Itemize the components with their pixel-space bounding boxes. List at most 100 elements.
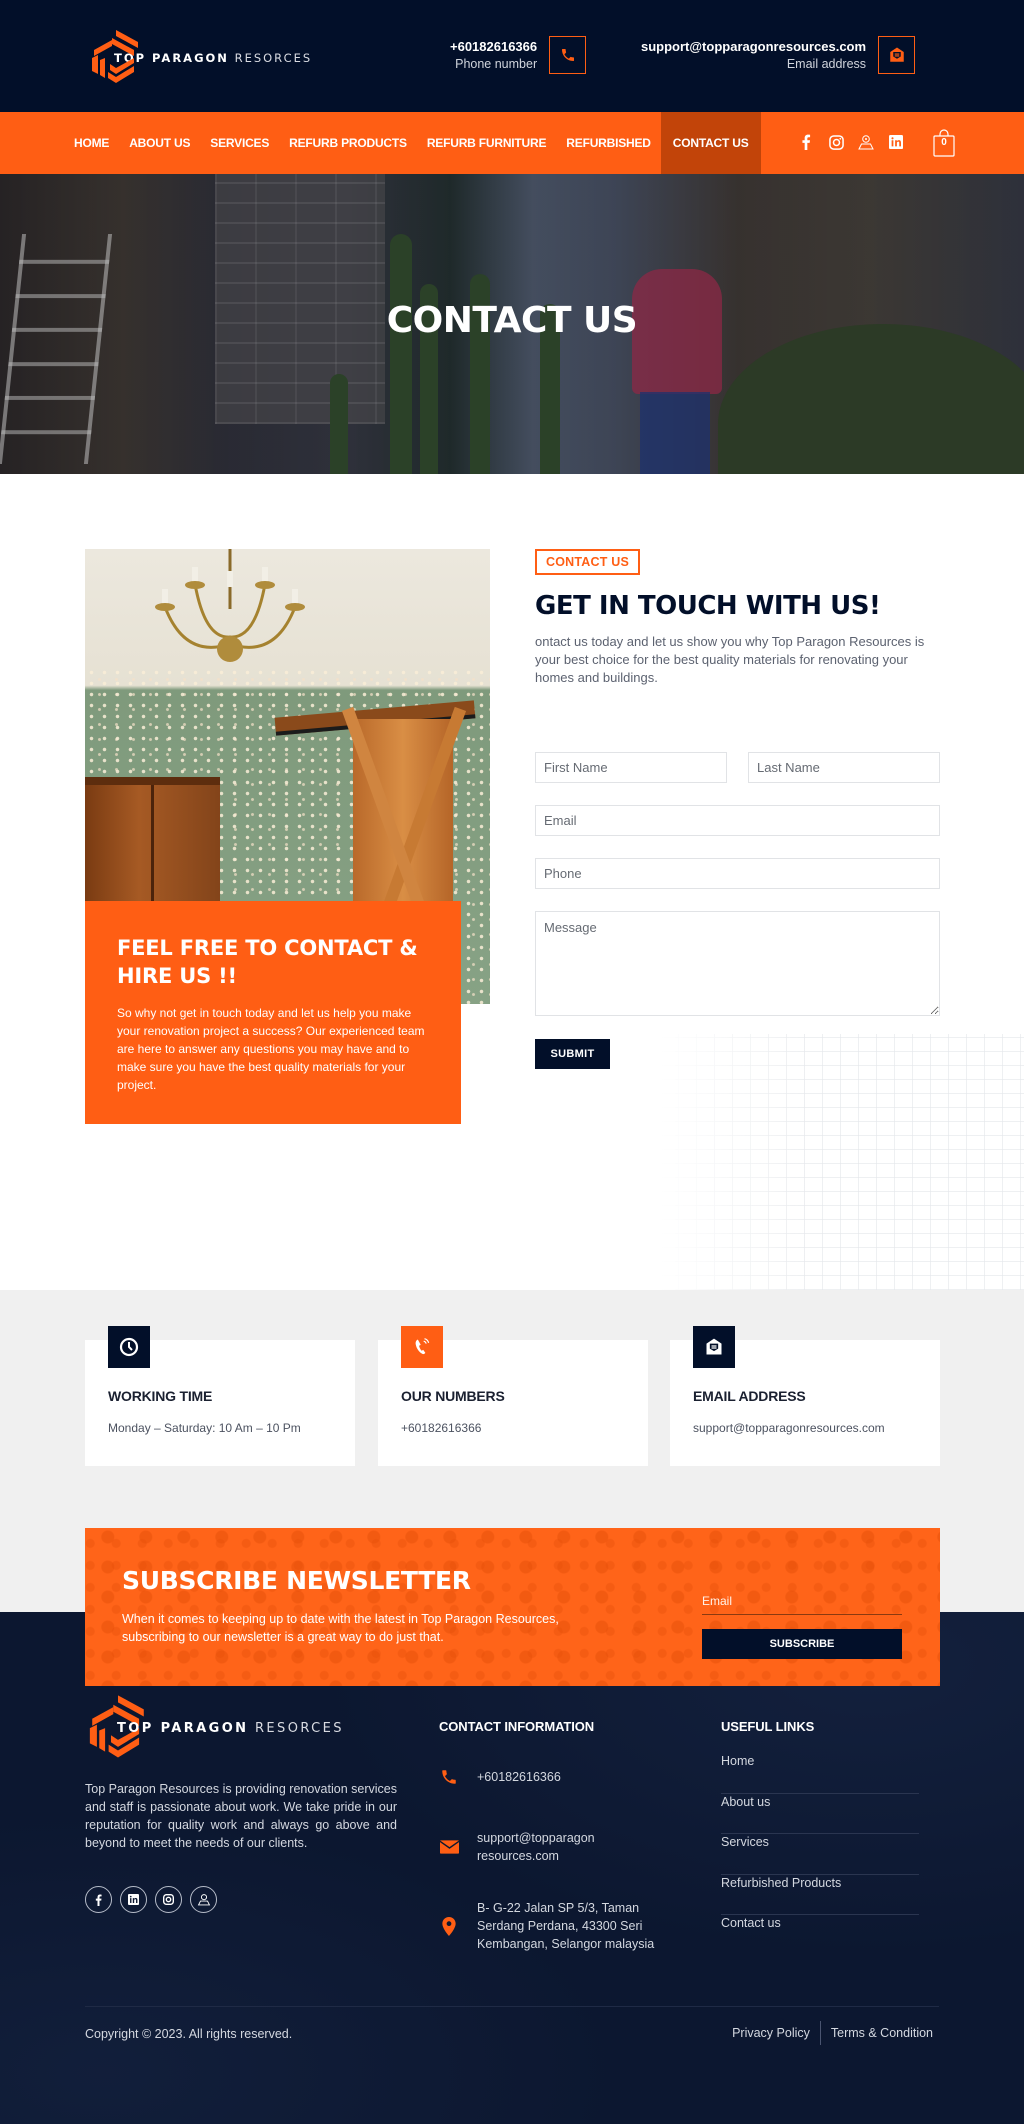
chandelier-illustration (155, 549, 305, 662)
location-person-icon[interactable] (857, 132, 875, 152)
phone-icon (439, 1768, 459, 1786)
hero-bg-brick-wall (215, 174, 385, 424)
footer-social-links (85, 1886, 397, 1913)
info-card-title: OUR NUMBERS (401, 1388, 505, 1404)
footer-about-text: Top Paragon Resources is providing renov… (85, 1782, 397, 1850)
phone-input[interactable] (535, 858, 940, 889)
contact-form: SUBMIT (535, 752, 940, 1069)
footer-email-line2: resources.com (477, 1849, 559, 1863)
topbar-email-label: Email address (786, 56, 867, 71)
footer-email[interactable]: support@topparagon resources.com (439, 1829, 595, 1865)
newsletter-text: When it comes to keeping up to date with… (122, 1612, 559, 1644)
buildings-sketch-decoration (660, 1034, 1024, 1290)
topbar-phone-label: Phone number (455, 56, 538, 71)
hero-bg-cactus (330, 374, 348, 474)
envelope-icon (439, 1840, 459, 1854)
logo-name-light: RESORCES (255, 1720, 344, 1736)
privacy-policy-link[interactable]: Privacy Policy (732, 2026, 810, 2040)
footer-link-contact-us[interactable]: Contact us (721, 1915, 919, 1956)
footer-useful-links: USEFUL LINKS Home About us Services Refu… (721, 1719, 919, 1956)
page-hero: CONTACT US (0, 174, 1024, 474)
footer-about: TOP PARAGON RESORCES Top Paragon Resourc… (85, 1692, 397, 1913)
cart-button[interactable]: 0 (932, 129, 956, 157)
linkedin-icon[interactable] (120, 1886, 147, 1913)
footer-bottom-bar: Copyright © 2023. All rights reserved. P… (85, 2006, 939, 2045)
nav-services[interactable]: SERVICES (200, 112, 279, 174)
facebook-icon[interactable] (85, 1886, 112, 1913)
facebook-icon[interactable] (797, 132, 815, 152)
nav-home[interactable]: HOME (64, 112, 119, 174)
newsletter-email-input[interactable] (702, 1587, 902, 1615)
location-person-icon[interactable] (190, 1886, 217, 1913)
topbar-phone-value[interactable]: +60182616366 (450, 38, 537, 55)
info-card-title: WORKING TIME (108, 1388, 213, 1404)
cart-count: 0 (941, 137, 947, 148)
footer-address-text: B- G-22 Jalan SP 5/3, Taman Serdang Perd… (477, 1901, 655, 1951)
top-bar: TOP PARAGON RESORCES +60182616366 Phone … (0, 0, 1024, 112)
map-pin-icon (439, 1916, 459, 1936)
info-card-text[interactable]: support@topparagonresources.com (693, 1421, 917, 1435)
logo-name-bold: TOP PARAGON (117, 1720, 249, 1736)
brand-logo[interactable]: TOP PARAGON RESORCES (88, 28, 312, 86)
nav-social-links (797, 132, 905, 152)
clock-icon (108, 1326, 150, 1368)
info-card-text: Monday – Saturday: 10 Am – 10 Pm (108, 1421, 301, 1435)
contact-heading: GET IN TOUCH WITH US! (535, 591, 881, 621)
info-card-email-address: EMAIL ADDRESS support@topparagonresource… (670, 1326, 940, 1466)
nav-contact-us[interactable]: CONTACT US (660, 112, 761, 174)
hire-us-callout: FEEL FREE TO CONTACT & HIRE US !! So why… (85, 901, 461, 1124)
footer-address: B- G-22 Jalan SP 5/3, Taman Serdang Perd… (439, 1899, 677, 1953)
contact-form-column: CONTACT US GET IN TOUCH WITH US! ontact … (535, 549, 940, 1069)
footer-email-text: support@topparagon resources.com (477, 1829, 595, 1865)
submit-button[interactable]: SUBMIT (535, 1039, 610, 1069)
footer-phone[interactable]: +60182616366 (439, 1768, 561, 1786)
topbar-email-value[interactable]: support@topparagonresources.com (641, 38, 866, 55)
footer-phone-text: +60182616366 (477, 1770, 561, 1784)
instagram-icon[interactable] (827, 132, 845, 152)
mail-open-icon (693, 1326, 735, 1368)
hire-us-text: So why not get in touch today and let us… (117, 1006, 425, 1092)
hire-us-heading: FEEL FREE TO CONTACT & HIRE US !! (117, 936, 418, 988)
footer-link-services[interactable]: Services (721, 1834, 919, 1875)
hero-bg-bush (718, 324, 1024, 474)
main-nav: HOME ABOUT US SERVICES REFURB PRODUCTS R… (0, 112, 1024, 174)
hero-bg-ladder (0, 234, 113, 464)
site-footer: TOP PARAGON RESORCES Top Paragon Resourc… (0, 1612, 1024, 2124)
newsletter-box: SUBSCRIBE NEWSLETTER When it comes to ke… (85, 1528, 940, 1686)
footer-link-about-us[interactable]: About us (721, 1794, 919, 1834)
instagram-icon[interactable] (155, 1886, 182, 1913)
nav-refurbished[interactable]: REFURBISHED (556, 112, 660, 174)
footer-link-home[interactable]: Home (721, 1753, 919, 1794)
info-card-working-time: WORKING TIME Monday – Saturday: 10 Am – … (85, 1326, 355, 1466)
linkedin-icon[interactable] (887, 132, 905, 152)
phone-ringing-icon (401, 1326, 443, 1368)
logo-mark-icon (88, 28, 144, 86)
phone-icon[interactable] (549, 36, 587, 74)
nav-about-us[interactable]: ABOUT US (119, 112, 200, 174)
newsletter-heading: SUBSCRIBE NEWSLETTER (122, 1566, 471, 1595)
contact-section: FEEL FREE TO CONTACT & HIRE US !! So why… (0, 474, 1024, 1290)
footer-links-heading: USEFUL LINKS (721, 1719, 815, 1734)
last-name-input[interactable] (748, 752, 940, 783)
email-input[interactable] (535, 805, 940, 836)
topbar-phone[interactable]: +60182616366 Phone number (450, 36, 587, 74)
nav-refurb-products[interactable]: REFURB PRODUCTS (279, 112, 417, 174)
hero-bg-worker-legs (640, 392, 710, 474)
topbar-email[interactable]: support@topparagonresources.com Email ad… (641, 36, 916, 74)
terms-link[interactable]: Terms & Condition (831, 2026, 933, 2040)
info-card-title: EMAIL ADDRESS (693, 1388, 806, 1404)
info-card-our-numbers: OUR NUMBERS +60182616366 (378, 1326, 648, 1466)
first-name-input[interactable] (535, 752, 727, 783)
message-textarea[interactable] (535, 911, 940, 1016)
nav-refurb-furniture[interactable]: REFURB FURNITURE (417, 112, 556, 174)
section-badge: CONTACT US (535, 549, 641, 575)
info-card-text[interactable]: +60182616366 (401, 1421, 625, 1435)
footer-logo[interactable]: TOP PARAGON RESORCES (85, 1692, 397, 1762)
footer-contact-info: CONTACT INFORMATION +60182616366 support… (439, 1719, 679, 1951)
footer-link-refurbished-products[interactable]: Refurbished Products (721, 1875, 919, 1915)
page-title: CONTACT US (386, 300, 638, 341)
legal-links: Privacy Policy Terms & Condition (732, 2021, 933, 2045)
subscribe-button[interactable]: SUBSCRIBE (702, 1629, 902, 1659)
footer-contact-heading: CONTACT INFORMATION (439, 1719, 595, 1734)
mail-open-icon[interactable] (878, 36, 916, 74)
